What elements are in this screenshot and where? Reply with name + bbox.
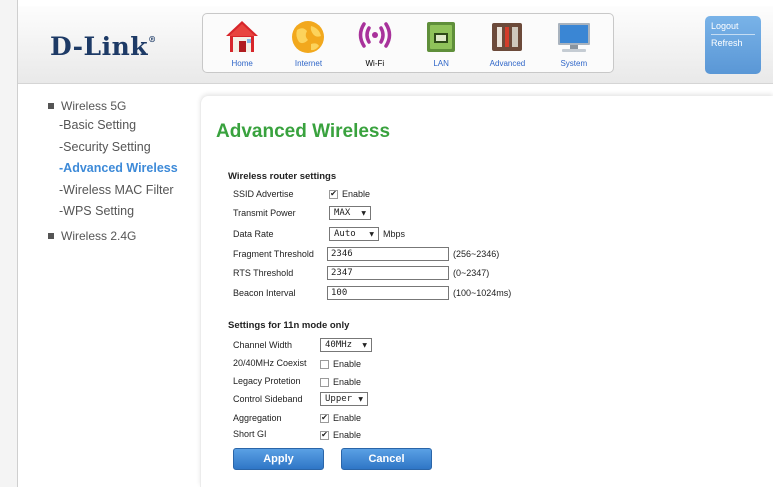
data-rate-select[interactable]: Auto ▼ — [329, 227, 379, 241]
coexist-control: Enable — [320, 357, 361, 371]
page-title: Advanced Wireless — [216, 121, 391, 142]
chevron-down-icon: ▼ — [361, 209, 366, 217]
lan-icon — [421, 17, 461, 57]
rts-threshold-control: 2347 (0~2347) — [327, 266, 489, 280]
rts-threshold-range: (0~2347) — [453, 268, 490, 278]
short-gi-checkbox[interactable]: ✔ — [320, 430, 329, 440]
nav-advanced-label: Advanced — [489, 59, 526, 68]
beacon-interval-input[interactable]: 100 — [327, 286, 449, 300]
ssid-advertise-enable-text: Enable — [342, 189, 371, 199]
legacy-protection-checkbox[interactable] — [320, 377, 329, 387]
sidebar-group-label: Wireless 5G — [61, 99, 127, 113]
home-icon — [222, 17, 262, 57]
bullet-icon — [48, 232, 54, 239]
wifi-icon — [355, 17, 395, 57]
chevron-down-icon: ▼ — [362, 341, 367, 349]
n-settings-title: Settings for 11n mode only — [228, 320, 350, 331]
nav-system-label: System — [560, 59, 588, 68]
ssid-advertise-checkbox[interactable]: ✔ — [329, 189, 338, 199]
data-rate-value: Auto — [334, 229, 356, 239]
legacy-protection-label: Legacy Protetion — [233, 376, 301, 386]
chevron-down-icon: ▼ — [358, 395, 363, 403]
sidebar-group-wireless-5g[interactable]: Wireless 5G — [48, 95, 198, 117]
control-sideband-value: Upper — [325, 394, 353, 404]
monitor-icon — [554, 17, 594, 57]
account-panel: Logout Refresh — [705, 16, 761, 74]
nav-lan-label: LAN — [433, 59, 449, 68]
channel-width-select[interactable]: 40MHz ▼ — [320, 338, 372, 352]
fragment-threshold-input[interactable]: 2346 — [327, 247, 449, 261]
globe-icon — [288, 17, 328, 57]
sidebar-item-security-setting[interactable]: -Security Setting — [48, 139, 198, 161]
sidebar-group-label: Wireless 2.4G — [61, 228, 137, 243]
short-gi-enable-text: Enable — [333, 430, 362, 440]
ssid-advertise-label: SSID Advertise — [233, 189, 294, 199]
control-sideband-control: Upper ▼ — [320, 392, 368, 406]
aggregation-label: Aggregation — [233, 413, 282, 423]
beacon-interval-control: 100 (100~1024ms) — [327, 286, 511, 300]
nav-wifi[interactable]: Wi-Fi — [346, 14, 404, 72]
transmit-power-select[interactable]: MAX ▼ — [329, 206, 371, 220]
channel-width-label: Channel Width — [233, 340, 293, 350]
rts-threshold-input[interactable]: 2347 — [327, 266, 449, 280]
rts-threshold-label: RTS Threshold — [233, 268, 294, 278]
short-gi-label: Short GI — [233, 429, 267, 439]
dlink-logo: D-Link® — [50, 32, 157, 61]
nav-internet-label: Internet — [294, 59, 323, 68]
fragment-threshold-label: Fragment Threshold — [233, 249, 314, 259]
refresh-link[interactable]: Refresh — [711, 37, 755, 49]
nav-home[interactable]: Home — [213, 14, 271, 72]
nav-internet[interactable]: Internet — [279, 14, 337, 72]
nav-wifi-label: Wi-Fi — [365, 59, 385, 68]
control-sideband-label: Control Sideband — [233, 394, 303, 404]
sidebar-group-wireless-24g[interactable]: Wireless 2.4G — [48, 225, 198, 247]
apply-button[interactable]: Apply — [233, 448, 324, 470]
chevron-down-icon: ▼ — [369, 230, 374, 238]
nav-system[interactable]: System — [545, 14, 603, 72]
ssid-advertise-control: ✔ Enable — [329, 187, 370, 201]
transmit-power-label: Transmit Power — [233, 208, 296, 218]
nav-lan[interactable]: LAN — [412, 14, 470, 72]
channel-width-control: 40MHz ▼ — [320, 338, 372, 352]
sidebar-item-basic-setting[interactable]: -Basic Setting — [48, 117, 198, 139]
transmit-power-value: MAX — [334, 208, 351, 218]
fragment-threshold-range: (256~2346) — [453, 249, 500, 259]
coexist-checkbox[interactable] — [320, 359, 329, 369]
aggregation-control: ✔ Enable — [320, 411, 361, 425]
legacy-protection-control: Enable — [320, 375, 361, 389]
cancel-button[interactable]: Cancel — [341, 448, 432, 470]
coexist-label: 20/40MHz Coexist — [233, 358, 307, 368]
coexist-enable-text: Enable — [333, 359, 362, 369]
data-rate-label: Data Rate — [233, 229, 274, 239]
nav-advanced[interactable]: Advanced — [478, 14, 536, 72]
sidebar-item-wireless-mac-filter[interactable]: -Wireless MAC Filter — [48, 182, 198, 204]
beacon-interval-range: (100~1024ms) — [453, 288, 512, 298]
short-gi-control: ✔ Enable — [320, 428, 361, 442]
nav-home-label: Home — [231, 59, 253, 68]
control-sideband-select[interactable]: Upper ▼ — [320, 392, 368, 406]
channel-width-value: 40MHz — [325, 340, 353, 350]
bullet-icon — [48, 103, 54, 109]
tools-icon — [487, 17, 527, 57]
sidebar: Wireless 5G -Basic Setting -Security Set… — [48, 95, 198, 247]
top-nav: Home Internet Wi-Fi LAN Advanced System — [202, 13, 614, 73]
aggregation-checkbox[interactable]: ✔ — [320, 413, 329, 423]
data-rate-control: Auto ▼ Mbps — [329, 227, 405, 241]
data-rate-unit: Mbps — [383, 229, 406, 239]
account-divider — [711, 34, 755, 35]
legacy-protection-enable-text: Enable — [333, 377, 362, 387]
transmit-power-control: MAX ▼ — [329, 206, 371, 220]
logout-link[interactable]: Logout — [711, 20, 755, 32]
router-settings-title: Wireless router settings — [228, 171, 337, 182]
sidebar-item-wps-setting[interactable]: -WPS Setting — [48, 203, 198, 225]
beacon-interval-label: Beacon Interval — [233, 288, 296, 298]
fragment-threshold-control: 2346 (256~2346) — [327, 247, 499, 261]
sidebar-item-advanced-wireless[interactable]: -Advanced Wireless — [48, 160, 198, 182]
aggregation-enable-text: Enable — [333, 413, 362, 423]
